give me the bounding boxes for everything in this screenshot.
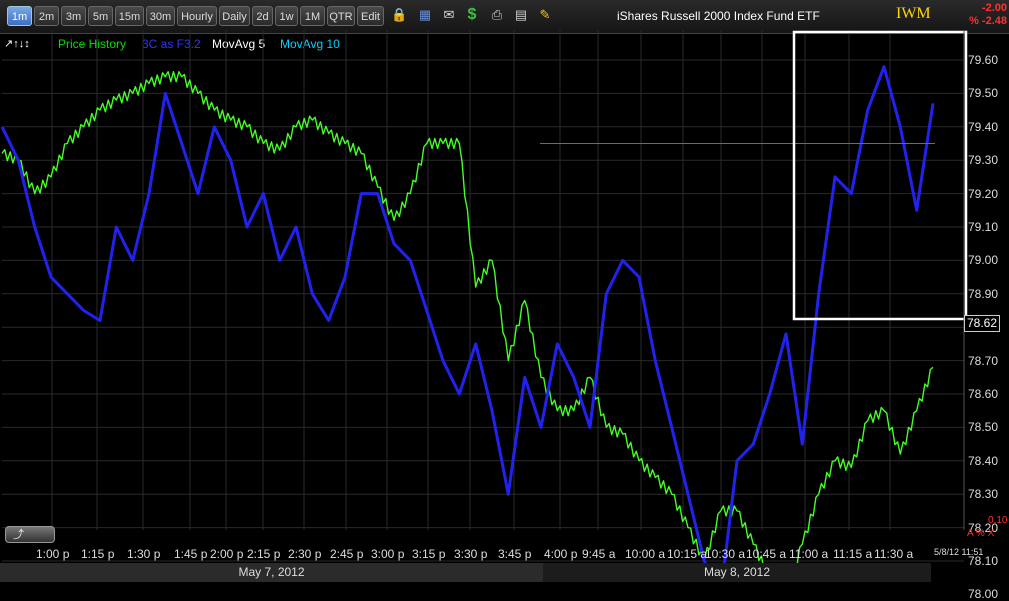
x-tick-label: 2:45 p	[330, 547, 364, 561]
x-tick-label: 2:15 p	[247, 547, 281, 561]
y-tick-label: 79.50	[968, 86, 999, 101]
chart-grid	[2, 30, 964, 562]
timestamp: 5/8/12 11:51	[934, 547, 984, 557]
y-tick-label: 79.30	[968, 153, 999, 168]
x-tick-label: 10:30 a	[705, 547, 746, 561]
x-tick-label: 3:45 p	[498, 547, 532, 561]
x-tick-label: 1:15 p	[81, 547, 115, 561]
x-tick-label: 11:00 a	[789, 547, 829, 561]
x-tick-label: 3:30 p	[454, 547, 488, 561]
y-tick-label: 79.40	[968, 119, 999, 134]
x-tick-label: 11:15 a	[833, 547, 873, 561]
y-tick-label: 78.70	[968, 353, 999, 368]
y-tick-label: 78.90	[968, 286, 999, 301]
date-label-day1: May 7, 2012	[0, 563, 543, 582]
x-tick-label: 2:30 p	[288, 547, 322, 561]
x-tick-label: 4:00 p	[544, 547, 578, 561]
corner-value: 0.10	[988, 515, 1008, 526]
y-tick-label: 79.00	[968, 253, 999, 268]
x-tick-label: 11:30 a	[874, 547, 914, 561]
y-tick-label: 78.50	[968, 420, 999, 435]
scroll-arrow-icon: ⤴	[13, 529, 24, 541]
y-tick-label: 79.20	[968, 186, 999, 201]
y-tick-label: 78.40	[968, 453, 999, 468]
x-tick-label: 2:00 p	[210, 547, 244, 561]
x-tick-label: 9:45 a	[582, 547, 616, 561]
price-chart[interactable]	[0, 0, 1009, 582]
last-price-badge: 78.62	[964, 315, 1000, 332]
date-label-day2: May 8, 2012	[543, 563, 931, 582]
y-tick-label: 78.00	[968, 587, 999, 601]
x-tick-label: 3:15 p	[412, 547, 446, 561]
y-tick-label: 79.10	[968, 220, 999, 234]
x-tick-label: 1:45 p	[174, 547, 208, 561]
corner-icons[interactable]: A % X	[967, 528, 994, 539]
x-tick-label: 10:45 a	[746, 547, 787, 561]
y-tick-label: 78.60	[968, 387, 999, 401]
y-tick-label: 78.30	[968, 487, 999, 502]
scroll-handle[interactable]: ⤴	[5, 526, 55, 543]
x-tick-label: 3:00 p	[371, 547, 405, 561]
y-tick-label: 79.60	[968, 53, 999, 67]
x-tick-label: 1:30 p	[127, 547, 161, 561]
x-tick-label: 1:00 p	[36, 547, 70, 561]
x-tick-label: 10:15 a	[667, 547, 708, 561]
x-tick-label: 10:00 a	[625, 547, 666, 561]
